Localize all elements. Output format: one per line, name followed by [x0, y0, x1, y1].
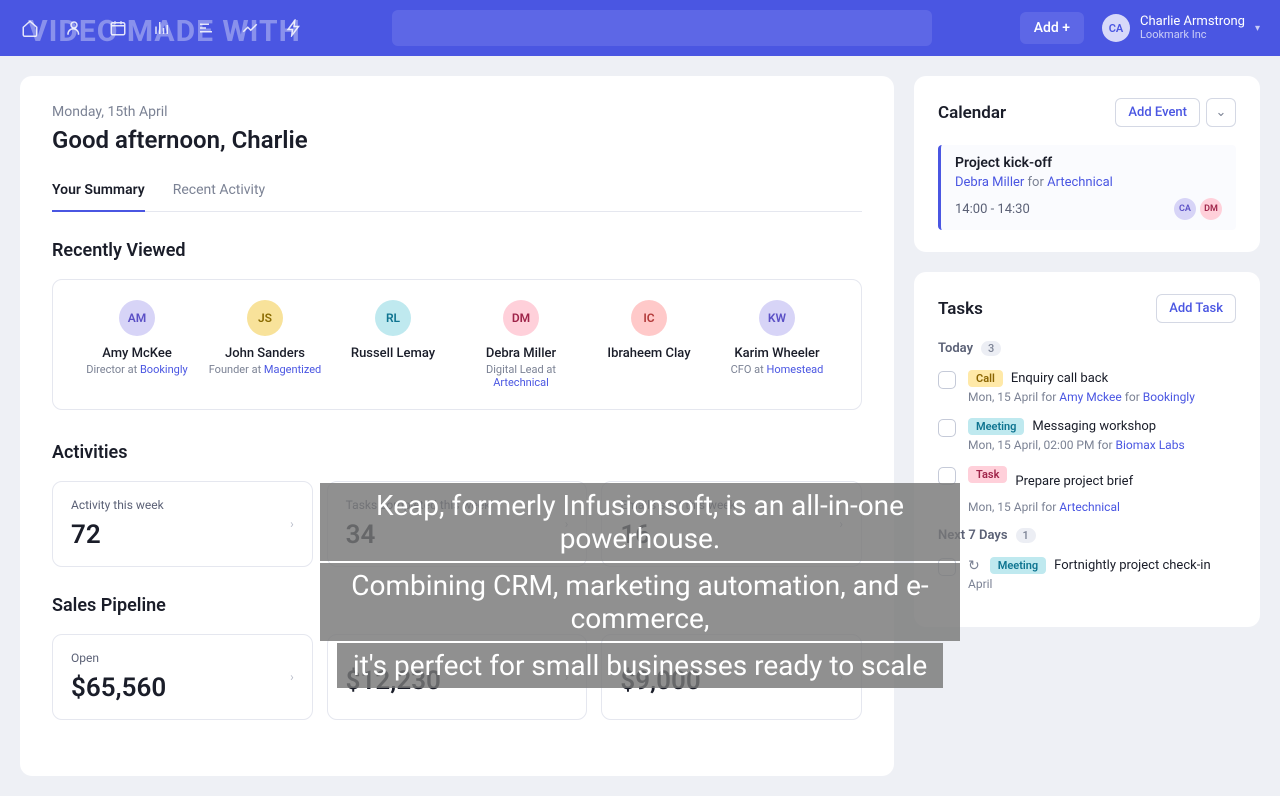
chevron-right-icon: ›	[290, 517, 294, 531]
contact-item[interactable]: JSJohn SandersFounder at Magentized	[201, 300, 329, 389]
calendar-title: Calendar	[938, 103, 1006, 123]
event-avatars: CADM	[1174, 198, 1222, 220]
recently-viewed-title: Recently Viewed	[52, 240, 862, 261]
task-item: MeetingMessaging workshopMon, 15 April, …	[938, 418, 1236, 452]
calendar-event[interactable]: Project kick-off Debra Miller for Artech…	[938, 145, 1236, 230]
recently-viewed: AMAmy McKeeDirector at BookinglyJSJohn S…	[52, 279, 862, 410]
event-title: Project kick-off	[955, 155, 1222, 171]
date-text: Monday, 15th April	[52, 104, 862, 120]
bolt-icon[interactable]	[284, 18, 304, 38]
user-name: Charlie Armstrong	[1140, 14, 1245, 29]
task-group-today: Today3	[938, 341, 1236, 356]
stat-card[interactable]: Open$65,560›	[52, 634, 313, 720]
stat-card[interactable]: $12,230›	[327, 634, 588, 720]
chevron-right-icon: ›	[839, 517, 843, 531]
stat-card[interactable]: Emails sent this week16›	[601, 481, 862, 567]
home-icon[interactable]	[20, 18, 40, 38]
search-container	[392, 10, 932, 46]
stat-card[interactable]: Tasks completed this week34›	[327, 481, 588, 567]
calendar-icon[interactable]	[108, 18, 128, 38]
mini-avatar: DM	[1200, 198, 1222, 220]
task-checkbox[interactable]	[938, 419, 956, 437]
user-avatar: CA	[1102, 14, 1130, 42]
tabs: Your Summary Recent Activity	[52, 182, 862, 212]
user-org: Lookmark Inc	[1140, 29, 1245, 41]
add-button[interactable]: Add +	[1020, 12, 1084, 44]
contact-item[interactable]: DMDebra MillerDigital Lead at Artechnica…	[457, 300, 585, 389]
task-item: ↻MeetingFortnightly project check-inApri…	[938, 557, 1236, 591]
tasks-card: Tasks Add Task Today3 CallEnquiry call b…	[914, 272, 1260, 627]
add-task-button[interactable]: Add Task	[1156, 294, 1236, 323]
chevron-right-icon: ›	[290, 670, 294, 684]
task-checkbox[interactable]	[938, 371, 956, 389]
calendar-dropdown[interactable]: ⌄	[1206, 98, 1236, 127]
nav-icons	[20, 18, 304, 38]
task-checkbox[interactable]	[938, 558, 956, 576]
contact-item[interactable]: AMAmy McKeeDirector at Bookingly	[73, 300, 201, 389]
contact-item[interactable]: RLRussell Lemay	[329, 300, 457, 389]
task-checkbox[interactable]	[938, 467, 956, 485]
contact-item[interactable]: ICIbraheem Clay	[585, 300, 713, 389]
pipeline-grid: Open$65,560›$12,230›$9,000›	[52, 634, 862, 720]
chevron-down-icon: ▾	[1255, 23, 1260, 34]
add-event-button[interactable]: Add Event	[1115, 98, 1200, 127]
chevron-right-icon: ›	[565, 670, 569, 684]
chart-icon[interactable]	[152, 18, 172, 38]
event-who: Debra Miller for Artechnical	[955, 175, 1222, 190]
chevron-right-icon: ›	[839, 670, 843, 684]
greeting: Good afternoon, Charlie	[52, 126, 862, 154]
tab-summary[interactable]: Your Summary	[52, 182, 145, 212]
task-group-next: Next 7 Days1	[938, 528, 1236, 543]
trend-icon[interactable]	[240, 18, 260, 38]
topbar: Add + CA Charlie Armstrong Lookmark Inc …	[0, 0, 1280, 56]
task-item: TaskPrepare project briefMon, 15 April f…	[938, 466, 1236, 514]
tab-recent-activity[interactable]: Recent Activity	[173, 182, 265, 212]
calendar-card: Calendar Add Event ⌄ Project kick-off De…	[914, 76, 1260, 252]
user-name-block: Charlie Armstrong Lookmark Inc	[1140, 15, 1245, 41]
task-item: CallEnquiry call backMon, 15 April for A…	[938, 370, 1236, 404]
main-card: Monday, 15th April Good afternoon, Charl…	[20, 76, 894, 776]
tasks-title: Tasks	[938, 299, 983, 319]
activities-title: Activities	[52, 442, 862, 463]
stat-card[interactable]: $9,000›	[601, 634, 862, 720]
search-input[interactable]	[392, 10, 932, 46]
person-icon[interactable]	[64, 18, 84, 38]
contact-item[interactable]: KWKarim WheelerCFO at Homestead	[713, 300, 841, 389]
stat-card[interactable]: Activity this week72›	[52, 481, 313, 567]
event-time: 14:00 - 14:30	[955, 202, 1030, 217]
user-menu[interactable]: CA Charlie Armstrong Lookmark Inc ▾	[1102, 14, 1260, 42]
repeat-icon: ↻	[968, 558, 980, 574]
pipeline-title: Sales Pipeline	[52, 595, 862, 616]
chevron-right-icon: ›	[565, 517, 569, 531]
list-icon[interactable]	[196, 18, 216, 38]
activities-grid: Activity this week72›Tasks completed thi…	[52, 481, 862, 567]
mini-avatar: CA	[1174, 198, 1196, 220]
